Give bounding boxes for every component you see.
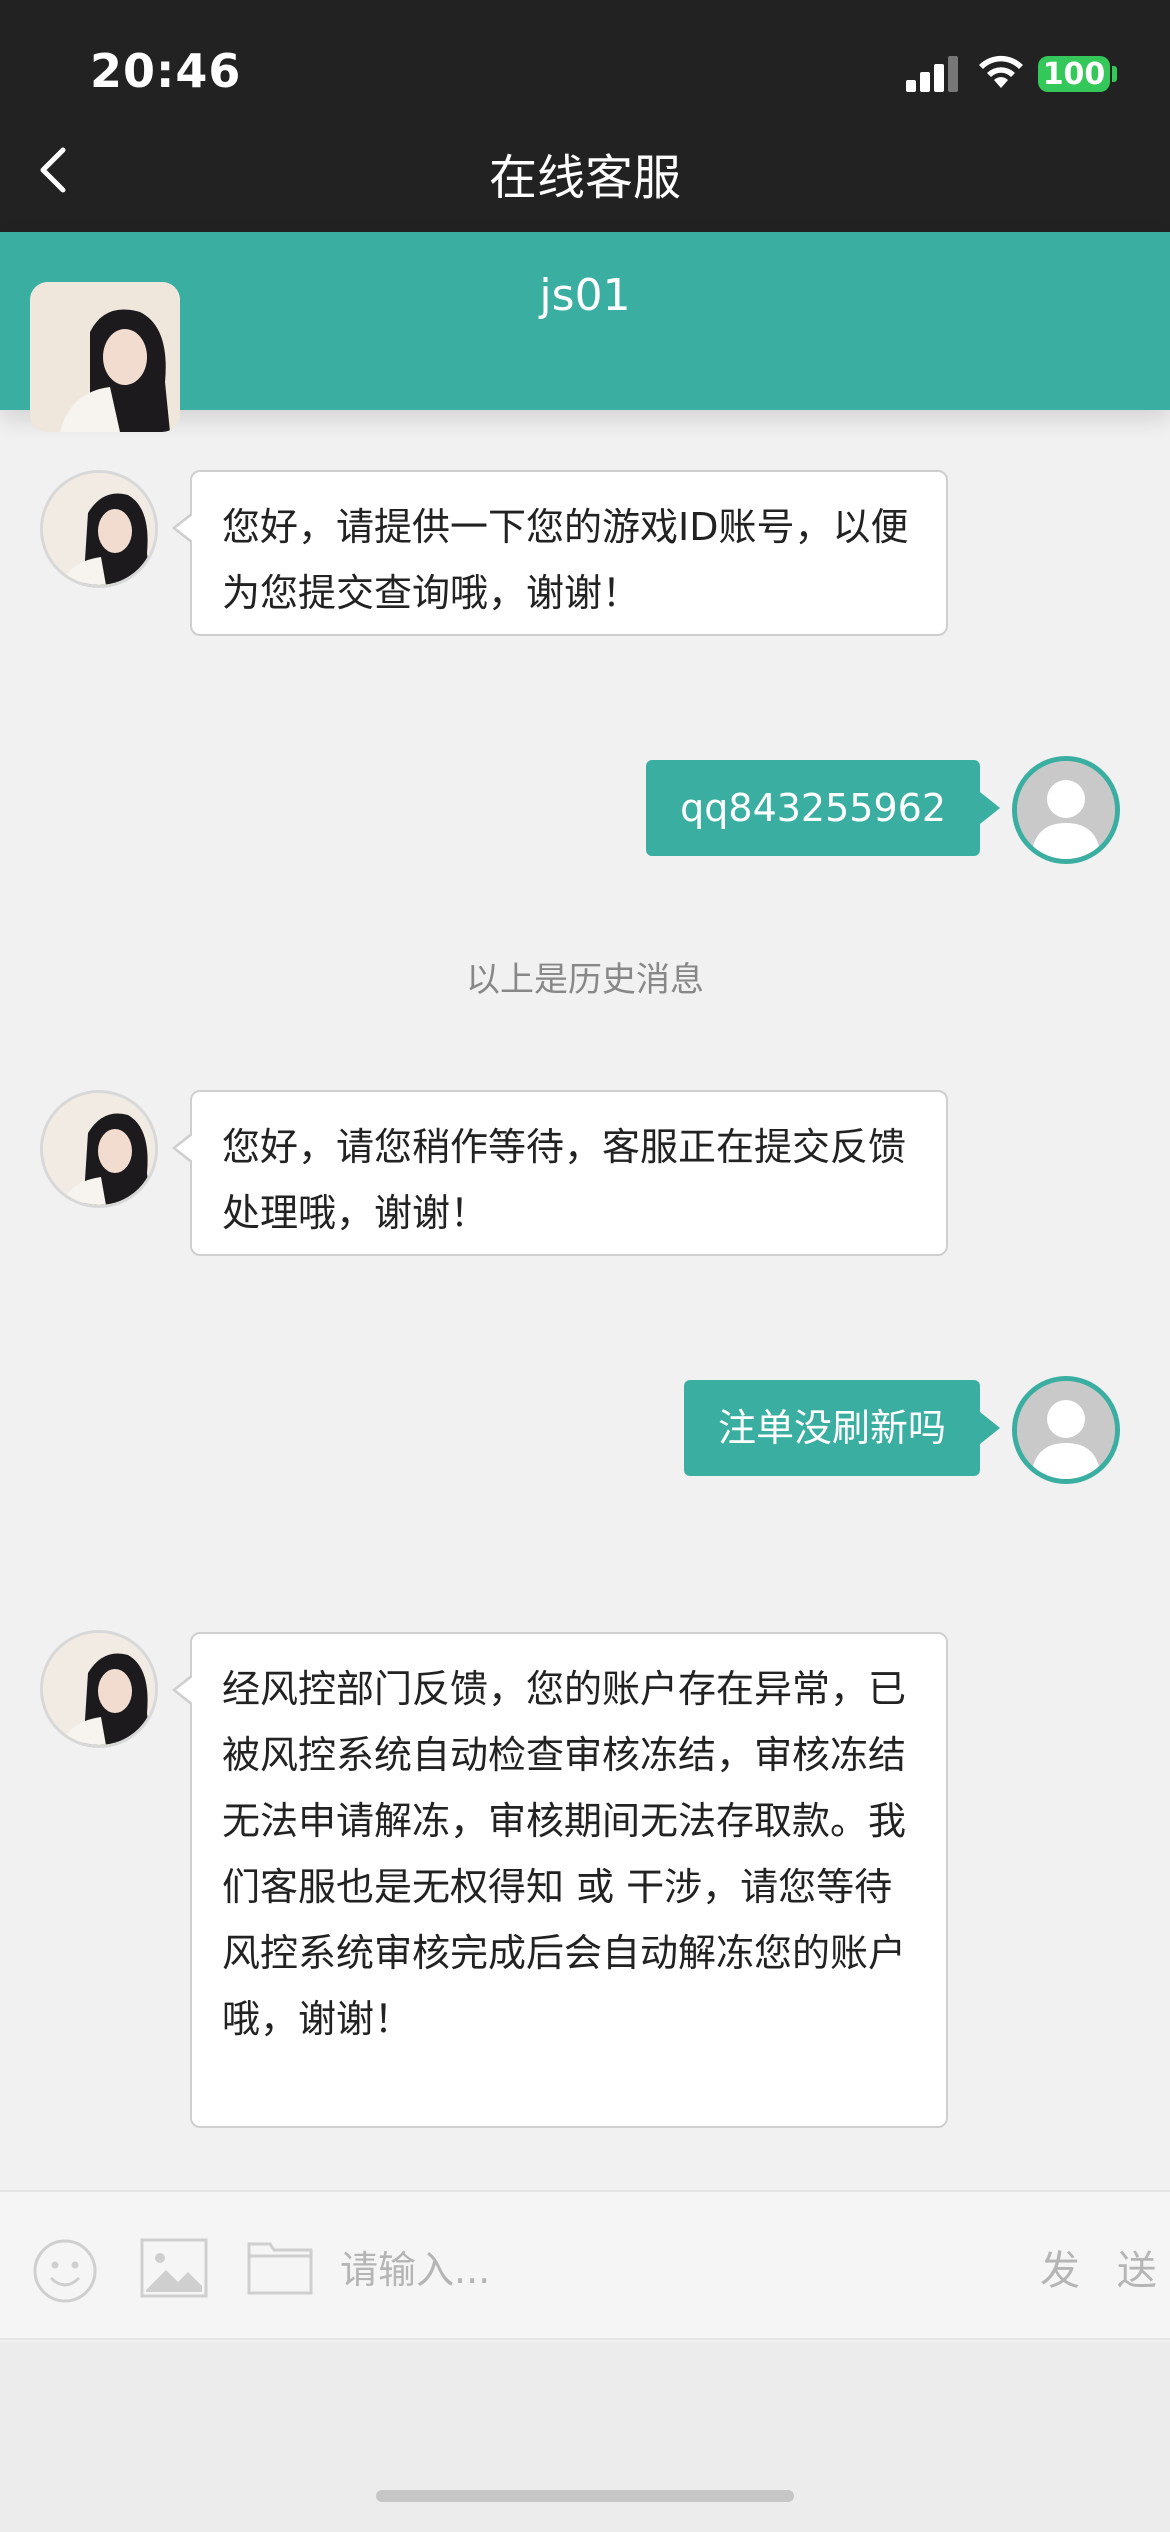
message-input[interactable] — [340, 2235, 980, 2305]
user-message-bubble: qq843255962 — [646, 760, 1000, 856]
user-avatar — [1012, 1376, 1120, 1484]
image-upload-button[interactable] — [140, 2238, 208, 2302]
cellular-signal-icon — [906, 52, 960, 92]
battery-icon: 100 — [1038, 56, 1110, 92]
agent-avatar — [30, 282, 180, 432]
battery-cap — [1112, 66, 1117, 82]
top-bar: 20:46 100 在线客服 — [0, 0, 1170, 232]
page-title: 在线客服 — [488, 150, 681, 206]
agent-message-avatar — [40, 1630, 158, 1748]
agent-message-bubble: 经风控部门反馈，您的账户存在异常，已被风控系统自动检查审核冻结，审核冻结无法申请… — [172, 1632, 948, 2128]
history-divider-note: 以上是历史消息 — [466, 960, 704, 1000]
agent-message-avatar — [40, 470, 158, 588]
agent-message-bubble: 您好，请您稍作等待，客服正在提交反馈处理哦，谢谢！ — [172, 1090, 948, 1256]
folder-icon — [247, 2242, 313, 2295]
send-button[interactable]: 发 送 — [1040, 2238, 1169, 2296]
emoji-button[interactable] — [32, 2238, 98, 2308]
user-message-bubble: 注单没刷新吗 — [683, 1380, 1001, 1476]
home-indicator[interactable] — [376, 2490, 794, 2502]
bottom-panel — [0, 2342, 1170, 2532]
user-avatar — [1012, 756, 1120, 864]
wifi-icon — [979, 55, 1023, 88]
agent-message-avatar — [40, 1090, 158, 1208]
smiley-icon — [33, 2239, 97, 2303]
agent-message-bubble: 您好，请提供一下您的游戏ID账号，以便为您提交查询哦，谢谢！ — [172, 470, 948, 636]
file-upload-button[interactable] — [246, 2238, 314, 2300]
battery-level: 100 — [1042, 56, 1106, 92]
status-time: 20:46 — [90, 44, 242, 98]
agent-header: js01 — [0, 232, 1170, 432]
image-icon — [140, 2238, 208, 2298]
